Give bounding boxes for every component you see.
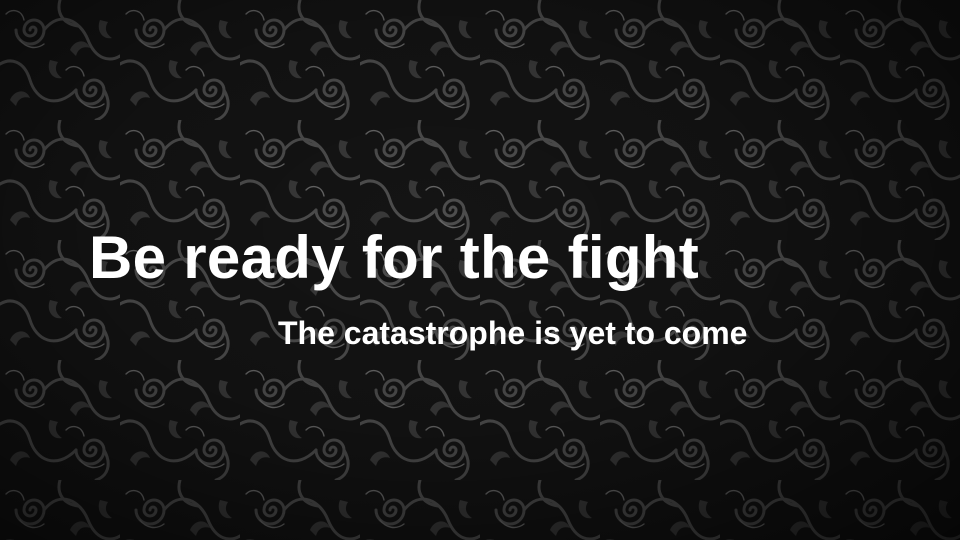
slide-subtitle: The catastrophe is yet to come <box>278 315 748 351</box>
slide: Be ready for the fight The catastrophe i… <box>0 0 960 540</box>
slide-title: Be ready for the fight <box>89 224 699 291</box>
